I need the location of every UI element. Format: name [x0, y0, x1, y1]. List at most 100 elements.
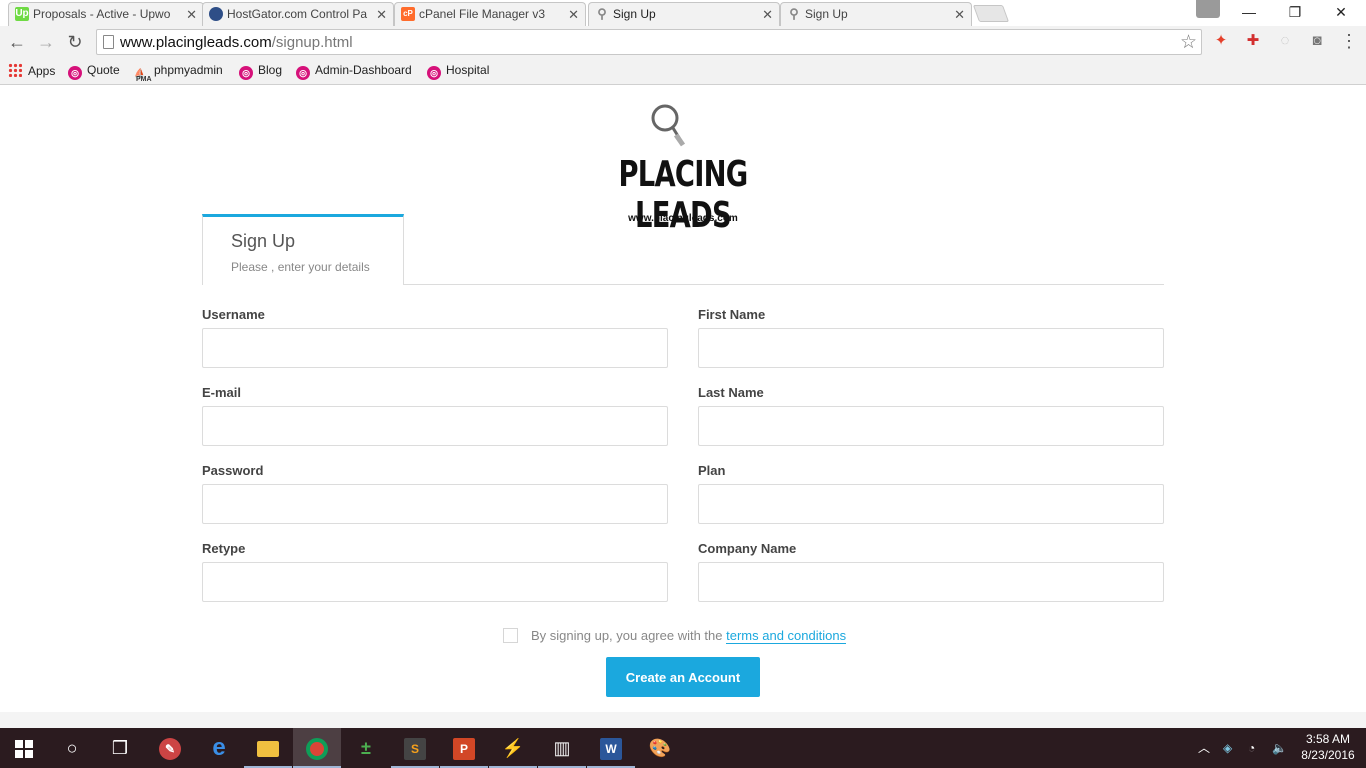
network-app-icon[interactable]: ⚡ — [489, 728, 537, 768]
clock-date: 8/23/2016 — [1301, 748, 1355, 762]
volume-icon[interactable]: 🔈 — [1272, 728, 1287, 768]
email-label: E-mail — [202, 385, 242, 400]
clock-time: 3:58 AM — [1305, 732, 1351, 746]
bookmark-label: phpmyadmin — [154, 63, 223, 77]
browser-tab-hostgator[interactable]: HostGator.com Control Pa ✕ — [202, 2, 394, 26]
windows-taskbar: ○ ❒ ✎ e ± S P ⚡ ▥ W 🎨 ︿ ◈ ◔ 🔈 3:58 AM 8/… — [0, 728, 1366, 768]
hostgator-icon — [209, 7, 223, 21]
retype-label: Retype — [202, 541, 246, 556]
menu-icon[interactable]: ⋮ — [1340, 31, 1358, 51]
close-icon[interactable]: ✕ — [376, 7, 387, 23]
tray-app-icon[interactable]: ◈ — [1223, 728, 1232, 768]
file-explorer-icon[interactable] — [244, 728, 292, 768]
bookmark-admin-dashboard[interactable]: ◎ Admin-Dashboard — [296, 63, 412, 80]
password-label: Password — [202, 463, 264, 478]
form-tabs: Sign Up Please , enter your details — [202, 214, 1164, 285]
bookmark-label: Blog — [258, 63, 283, 77]
bookmark-label: Quote — [87, 63, 120, 77]
page-icon — [103, 35, 114, 49]
tab-title: Sign Up — [613, 7, 656, 21]
first-name-input[interactable] — [698, 328, 1164, 368]
bookmark-phpmyadmin[interactable]: ⛵ PMA phpmyadmin — [134, 63, 223, 83]
forward-icon[interactable]: → — [34, 30, 58, 54]
retype-password-input[interactable] — [202, 562, 668, 602]
signup-page: PLACING LEADS www.placingleads.com Sign … — [0, 86, 1366, 712]
bookmark-label: Admin-Dashboard — [315, 63, 412, 77]
extension-icon[interactable]: ✦ — [1211, 31, 1231, 51]
tab-title: HostGator.com Control Pa — [227, 7, 368, 21]
word-icon[interactable]: W — [587, 728, 635, 768]
browser-tab-signup-active[interactable]: ⚲ Sign Up ✕ — [588, 2, 780, 26]
username-input[interactable] — [202, 328, 668, 368]
pin-icon: ⚲ — [789, 6, 799, 21]
restore-icon[interactable]: ❐ — [1272, 0, 1318, 26]
bookmark-star-icon[interactable]: ☆ — [1180, 31, 1197, 54]
email-input[interactable] — [202, 406, 668, 446]
close-icon[interactable]: ✕ — [186, 7, 197, 23]
bookmark-site-icon: ◎ — [68, 66, 82, 80]
first-name-label: First Name — [698, 307, 766, 322]
system-clock[interactable]: 3:58 AM 8/23/2016 — [1296, 731, 1360, 763]
extension-swirl-icon[interactable]: ◌ — [1275, 31, 1295, 51]
camera-icon[interactable]: ◙ — [1307, 31, 1327, 51]
books-app-icon[interactable]: ▥ — [538, 728, 586, 768]
upwork-icon: Up — [15, 7, 29, 21]
cortana-search-icon[interactable]: ○ — [48, 728, 96, 768]
bookmark-blog[interactable]: ◎ Blog — [239, 63, 282, 80]
close-icon[interactable]: ✕ — [568, 7, 579, 23]
password-input[interactable] — [202, 484, 668, 524]
browser-tab-cpanel[interactable]: cP cPanel File Manager v3 ✕ — [394, 2, 586, 26]
bookmark-apps[interactable]: Apps — [8, 63, 55, 78]
minimize-icon[interactable]: — — [1226, 0, 1272, 26]
task-view-icon[interactable]: ❒ — [96, 728, 144, 768]
browser-tab-upwork[interactable]: Up Proposals - Active - Upwo ✕ — [8, 2, 204, 26]
bookmarks-bar: Apps ◎ Quote ⛵ PMA phpmyadmin ◎ Blog ◎ Admin-… — [0, 58, 1366, 85]
close-window-icon[interactable]: ✕ — [1318, 0, 1364, 26]
tab-title: Sign Up — [805, 7, 848, 21]
last-name-label: Last Name — [698, 385, 764, 400]
profile-icon[interactable] — [1196, 0, 1220, 18]
paint-app-icon[interactable]: ✎ — [146, 728, 194, 768]
powerpoint-icon[interactable]: P — [440, 728, 488, 768]
phpmyadmin-icon: ⛵ PMA — [134, 68, 152, 83]
bookmark-quote[interactable]: ◎ Quote — [68, 63, 120, 80]
page-footer-strip — [0, 712, 1366, 728]
tab-heading: Sign Up — [231, 231, 296, 251]
bookmark-site-icon: ◎ — [427, 66, 441, 80]
address-bar[interactable]: www.placingleads.com/signup.html ☆ — [96, 29, 1202, 55]
browser-toolbar: ← → ↻ www.placingleads.com/signup.html ☆… — [0, 26, 1366, 58]
pin-icon: ⚲ — [597, 6, 607, 21]
close-icon[interactable]: ✕ — [954, 7, 965, 23]
terms-prefix: By signing up, you agree with the — [531, 628, 723, 643]
chrome-browser-icon[interactable] — [293, 728, 341, 768]
company-name-label: Company Name — [698, 541, 797, 556]
show-hidden-icons[interactable]: ︿ — [1198, 728, 1210, 768]
sublime-text-icon[interactable]: S — [391, 728, 439, 768]
bookmark-label: Apps — [28, 64, 56, 78]
edge-browser-icon[interactable]: e — [195, 728, 243, 768]
reload-icon[interactable]: ↻ — [63, 30, 87, 54]
bookmark-label: Hospital — [446, 63, 490, 77]
extension-plus-icon[interactable]: ✚ — [1243, 31, 1263, 51]
site-logo[interactable]: PLACING LEADS www.placingleads.com — [540, 100, 826, 236]
terms-link[interactable]: terms and conditions — [726, 628, 847, 644]
calculator-icon[interactable]: ± — [342, 728, 390, 768]
new-tab-button[interactable] — [972, 5, 1010, 22]
last-name-input[interactable] — [698, 406, 1164, 446]
windows-start-icon[interactable] — [0, 728, 48, 768]
tab-subheading: Please , enter your details — [231, 260, 370, 274]
browser-tab-signup[interactable]: ⚲ Sign Up ✕ — [780, 2, 972, 26]
close-icon[interactable]: ✕ — [762, 7, 773, 23]
bookmark-hospital[interactable]: ◎ Hospital — [427, 63, 489, 80]
tab-strip: Up Proposals - Active - Upwo ✕ HostGator… — [0, 0, 1366, 26]
paint-palette-icon[interactable]: 🎨 — [636, 728, 684, 768]
company-name-input[interactable] — [698, 562, 1164, 602]
apps-icon — [8, 63, 22, 77]
terms-checkbox[interactable] — [503, 628, 518, 643]
create-account-button[interactable]: Create an Account — [606, 657, 760, 697]
tab-sign-up[interactable]: Sign Up Please , enter your details — [202, 214, 404, 285]
plan-input[interactable] — [698, 484, 1164, 524]
wifi-icon[interactable]: ◔ — [1248, 728, 1255, 768]
plan-label: Plan — [698, 463, 726, 478]
back-icon[interactable]: ← — [5, 30, 29, 54]
